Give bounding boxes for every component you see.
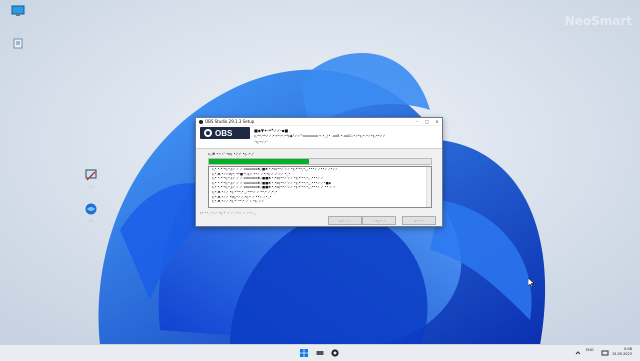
obs-logo: OBS bbox=[200, 127, 250, 139]
task-view-icon[interactable] bbox=[316, 349, 324, 357]
obs-setup-window: OBS Studio 29.1.3 Setup – □ ✕ OBS ■◆▼✦·•… bbox=[195, 117, 443, 227]
tray-chevron-icon[interactable] bbox=[574, 349, 582, 357]
cancel-button[interactable]: ç,•✓• bbox=[402, 216, 436, 225]
log-scrollbar[interactable] bbox=[426, 167, 431, 207]
header-title: ■◆▼✦·•*✓✓·▪■ bbox=[254, 128, 289, 133]
header-subtitle: ç,•*,•*✓✓,•+•:•,•*ç◆°✓✓°'ooooooo •.•,_!•… bbox=[254, 134, 386, 138]
close-button[interactable]: ✕ bbox=[432, 119, 442, 124]
minimize-button[interactable]: – bbox=[412, 119, 422, 124]
taskbar: ENG 0:08 15.05.2023 bbox=[0, 344, 640, 361]
mouse-cursor-icon bbox=[528, 278, 534, 287]
shortcut-icon-1[interactable]: ... bbox=[76, 168, 106, 188]
shortcut-icon-2[interactable]: ... bbox=[76, 202, 106, 222]
next-button[interactable]: ·✓•ç,• ✓ bbox=[362, 216, 396, 225]
watermark: NeoSmart bbox=[564, 14, 632, 28]
maximize-button[interactable]: □ bbox=[422, 119, 432, 124]
footer-text: ç• •• ,•✓✓ •ç,•' ✓ ✓ ✓•✓ ✓ ✓•✓,, bbox=[200, 211, 256, 215]
network-icon[interactable] bbox=[601, 349, 609, 357]
obs-app-icon bbox=[199, 119, 203, 124]
shortcut-2-label: ... bbox=[89, 218, 93, 222]
window-title: OBS Studio 29.1.3 Setup bbox=[205, 119, 255, 124]
start-button-icon[interactable] bbox=[300, 349, 308, 357]
back-button[interactable]: ‹ç,• ✓✓ bbox=[328, 216, 362, 225]
clock[interactable]: 0:08 15.05.2023 bbox=[612, 347, 632, 357]
obs-taskbar-icon[interactable] bbox=[331, 349, 339, 357]
shortcut-1-label: ... bbox=[89, 184, 93, 188]
this-pc-icon[interactable] bbox=[3, 5, 33, 19]
log-line: ç,•,✖,•✓✓ •ç,•' ••,• ✓ ✓ •ç, ✓✓ bbox=[212, 199, 265, 204]
install-log[interactable]: ç,• •.•'•ç,•,ç✓ ✓ ✓ ooooooo✖,:■✖ •,•oç••… bbox=[208, 166, 432, 208]
install-progress-bar bbox=[208, 158, 432, 165]
progress-fill bbox=[209, 159, 309, 164]
clock-date: 15.05.2023 bbox=[611, 352, 632, 356]
recycle-bin-icon[interactable] bbox=[3, 37, 33, 51]
obs-logo-icon bbox=[204, 129, 212, 137]
status-text: ç,,✖ •✓✓' •oç •✓✓ •ç..•,;' bbox=[208, 152, 255, 156]
header-subtitle-2: ·'ç,•✓✓· bbox=[254, 140, 269, 144]
language-indicator[interactable]: ENG bbox=[586, 348, 594, 352]
title-bar[interactable]: OBS Studio 29.1.3 Setup – □ ✕ bbox=[196, 118, 442, 125]
obs-logo-text: OBS bbox=[215, 128, 233, 138]
